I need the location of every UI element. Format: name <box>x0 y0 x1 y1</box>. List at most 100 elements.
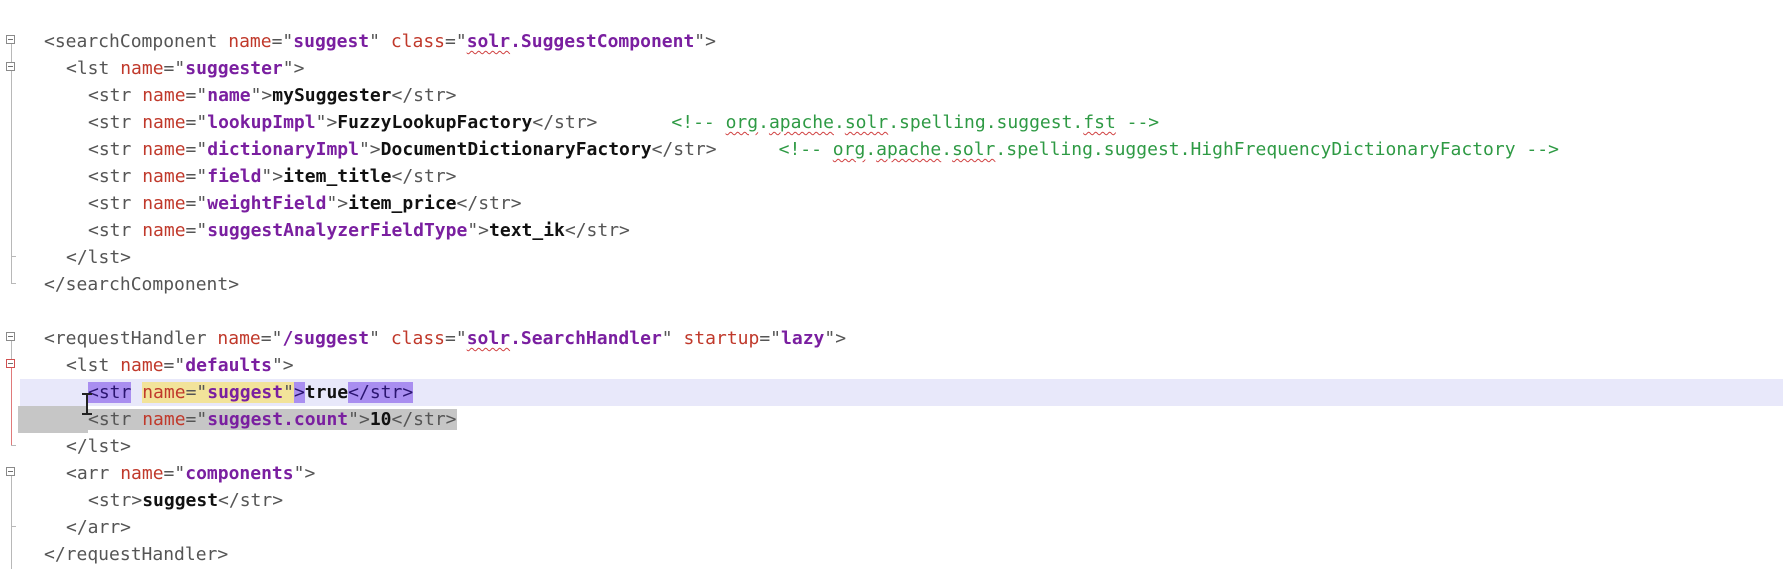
punct: "> <box>358 139 381 160</box>
tag-close: </str> <box>391 409 457 430</box>
tag-open: <str> <box>88 490 143 511</box>
code-line-selected[interactable]: <str name="suggest.count">10</str> <box>18 406 1559 433</box>
comment: apache <box>768 112 834 133</box>
fold-toggle-icon[interactable] <box>6 359 15 368</box>
fold-toggle-icon[interactable] <box>6 332 15 341</box>
punct: "> <box>326 193 349 214</box>
code-line[interactable]: <str name="name">mySuggester</str> <box>44 82 1559 109</box>
comment: . <box>941 139 953 160</box>
tag-close: </arr> <box>66 517 132 538</box>
attribute-name: name <box>120 355 164 376</box>
tag-close: </str> <box>651 139 717 160</box>
attribute-value: components <box>185 463 294 484</box>
tag-open: <arr <box>66 463 121 484</box>
attribute-value: suggest.count <box>207 409 349 430</box>
punct: =" <box>163 58 186 79</box>
tag-open: <str <box>88 139 143 160</box>
punct: " <box>369 31 391 52</box>
punct: "> <box>467 220 490 241</box>
tag-close: </str> <box>391 166 457 187</box>
punct: "> <box>250 85 273 106</box>
code-line[interactable]: </requestHandler> <box>44 541 1559 568</box>
tag-close: </str> <box>564 220 630 241</box>
tag-open-highlighted: <str <box>88 382 132 403</box>
code-line[interactable]: <str name="weightField">item_price</str> <box>44 190 1559 217</box>
attribute-name: name <box>142 220 186 241</box>
tag-end: "> <box>824 328 847 349</box>
attribute-value: solr <box>466 328 511 349</box>
tag-close-highlighted: </str> <box>348 382 414 403</box>
code-line[interactable]: <lst name="defaults"> <box>44 352 1559 379</box>
code-editor[interactable]: <searchComponent name="suggest" class="s… <box>0 0 1783 569</box>
comment: solr <box>952 139 996 160</box>
code-line[interactable] <box>44 298 1559 325</box>
fold-toggle-icon[interactable] <box>6 467 15 476</box>
punct: =" <box>163 463 186 484</box>
comment: . <box>758 112 769 133</box>
punct: =" <box>185 220 208 241</box>
tag-open: <str <box>88 85 143 106</box>
comment: org <box>725 112 759 133</box>
comment: --> <box>1515 139 1559 160</box>
punct: =" <box>185 193 208 214</box>
comment: <!-- <box>671 112 726 133</box>
attribute-name: name <box>217 328 261 349</box>
attribute-value: name <box>207 85 251 106</box>
attribute-name: class <box>390 31 446 52</box>
tag-close: </lst> <box>66 436 132 457</box>
code-line[interactable]: </lst> <box>44 244 1559 271</box>
punct <box>131 382 142 403</box>
punct: =" <box>185 166 208 187</box>
code-line[interactable]: <str name="suggestAnalyzerFieldType">tex… <box>44 217 1559 244</box>
code-area[interactable]: <searchComponent name="suggest" class="s… <box>18 28 1783 568</box>
code-line[interactable]: <lst name="suggester"> <box>44 55 1559 82</box>
code-line[interactable]: </lst> <box>44 433 1559 460</box>
tag-open: <str <box>88 166 143 187</box>
fold-toggle-icon[interactable] <box>6 62 15 71</box>
element-text: item_price <box>348 193 457 214</box>
punct: =" <box>185 112 208 133</box>
attribute-value: .SearchHandler <box>510 328 662 349</box>
tag-close: </searchComponent> <box>44 274 240 295</box>
attribute-name: name <box>142 409 186 430</box>
tag-end-highlighted: > <box>293 382 305 403</box>
attribute-value-highlighted: suggest <box>207 382 284 403</box>
comment: <!-- <box>778 139 833 160</box>
comment: solr <box>844 112 889 133</box>
punct: =" <box>759 328 782 349</box>
punct: =" <box>445 328 467 349</box>
code-line[interactable]: <str>suggest</str> <box>44 487 1559 514</box>
fold-toggle-icon[interactable] <box>6 35 15 44</box>
attribute-name: name <box>142 85 186 106</box>
fold-end-marker <box>11 526 16 527</box>
fold-guide <box>11 476 12 569</box>
code-line-current[interactable]: <str name="suggest">true</str> <box>20 379 1783 406</box>
code-line[interactable]: </searchComponent> <box>44 271 1559 298</box>
punct: =" <box>185 85 208 106</box>
punct: "> <box>348 409 370 430</box>
code-line[interactable]: </arr> <box>44 514 1559 541</box>
code-line[interactable]: <arr name="components"> <box>44 460 1559 487</box>
tag-end: "> <box>271 355 294 376</box>
code-line[interactable]: <searchComponent name="suggest" class="s… <box>44 28 1559 55</box>
tag-close: </str> <box>391 85 457 106</box>
tag-end: "> <box>694 31 716 52</box>
comment: org <box>832 139 866 160</box>
punct: " <box>283 382 294 403</box>
attribute-value: lookupImpl <box>207 112 316 133</box>
comment: . <box>865 139 877 160</box>
tag-close: </str> <box>532 112 598 133</box>
punct: =" <box>271 31 294 52</box>
code-line[interactable]: <str name="field">item_title</str> <box>44 163 1559 190</box>
attribute-value: /suggest <box>282 328 370 349</box>
tag-open: <lst <box>66 355 121 376</box>
attribute-name: name <box>142 166 186 187</box>
code-line[interactable]: <str name="lookupImpl">FuzzyLookupFactor… <box>44 109 1559 136</box>
code-line[interactable]: <str name="dictionaryImpl">DocumentDicti… <box>44 136 1559 163</box>
tag-open: <str <box>88 112 143 133</box>
punct: =" <box>445 31 467 52</box>
fold-end-marker <box>11 445 16 446</box>
code-line[interactable]: <requestHandler name="/suggest" class="s… <box>44 325 1559 352</box>
comment: .spelling.suggest. <box>888 112 1084 133</box>
tag-end: "> <box>282 58 305 79</box>
